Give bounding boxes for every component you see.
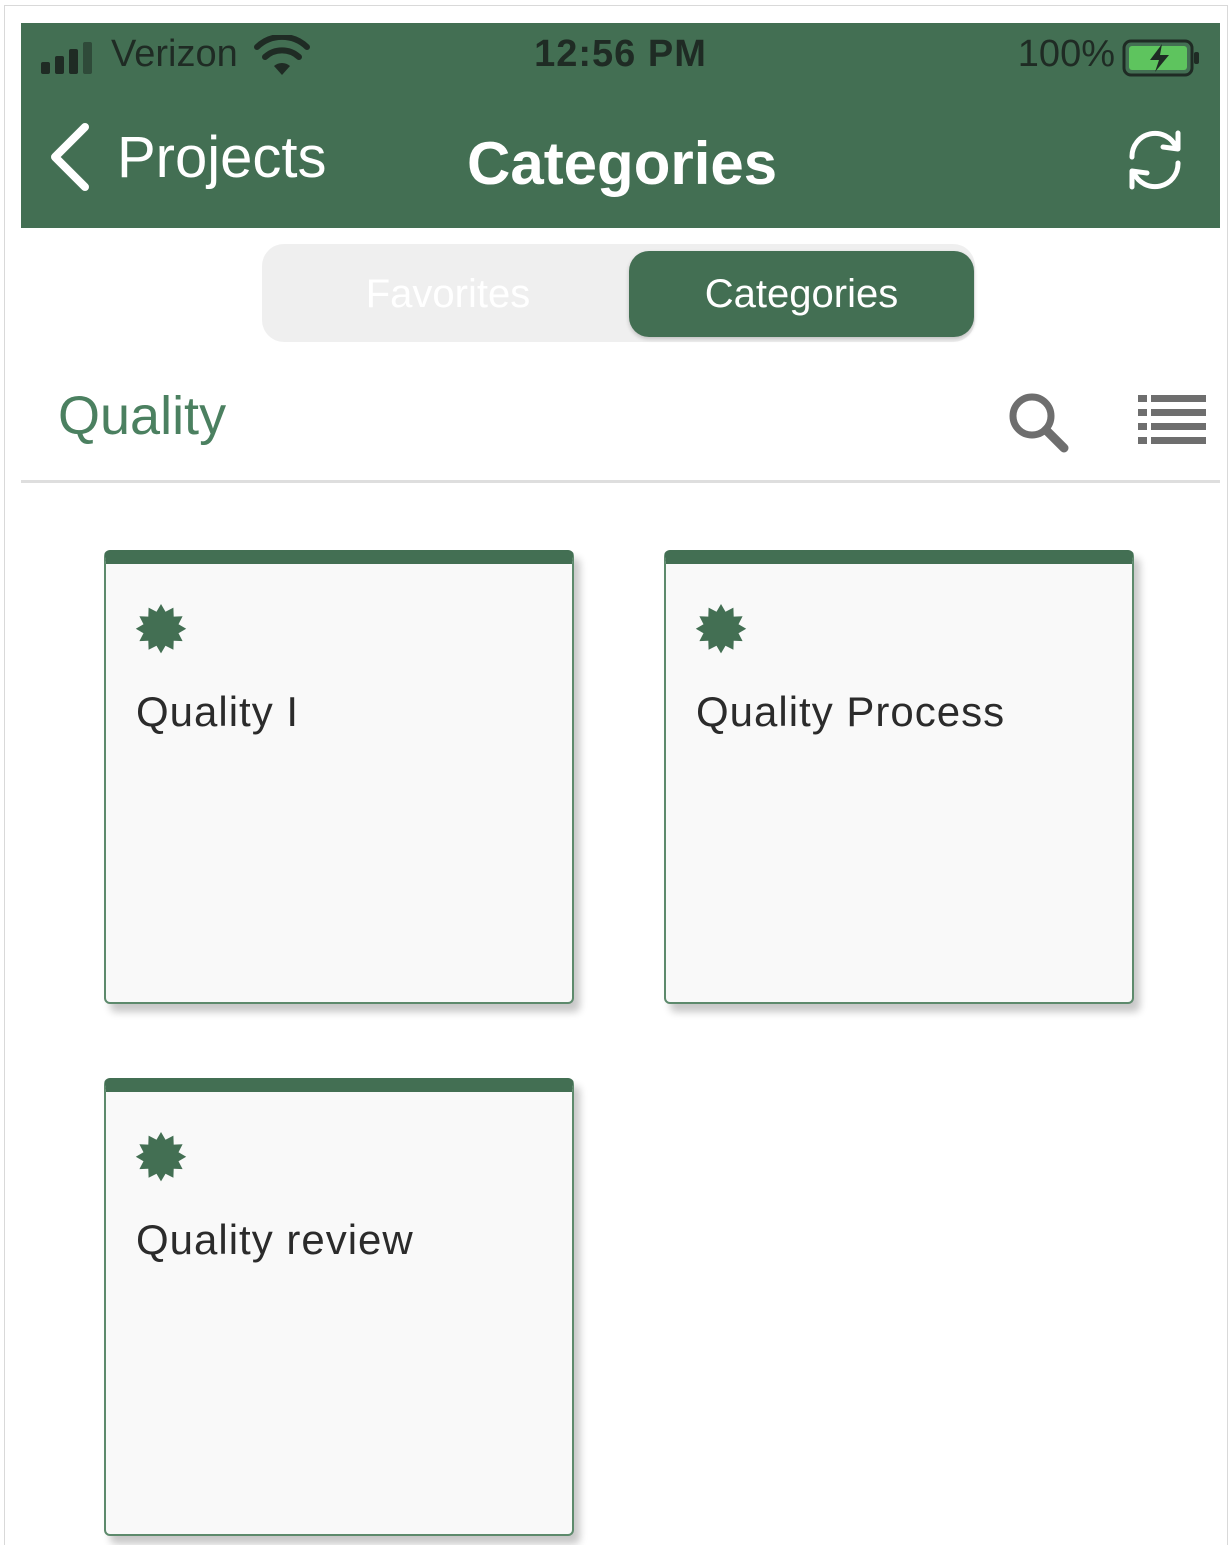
battery-percentage: 100% — [1017, 33, 1115, 75]
segmented-control: Favorites Categories — [262, 244, 975, 342]
back-button[interactable]: Projects — [43, 119, 327, 195]
section-title: Quality — [58, 386, 227, 446]
chevron-left-icon — [51, 123, 89, 191]
card-label: Quality Process — [696, 688, 1006, 735]
list-view-icon[interactable] — [1138, 393, 1206, 449]
battery-charging-icon — [1122, 39, 1199, 77]
category-card-quality-process[interactable]: Quality Process — [664, 550, 1134, 1004]
tab-categories[interactable]: Categories — [629, 251, 974, 337]
status-bar: Verizon 12:56 PM 100% — [21, 23, 1220, 93]
category-card-quality-i[interactable]: Quality I — [104, 550, 574, 1004]
badge-icon — [135, 1132, 187, 1182]
card-label: Quality review — [136, 1216, 414, 1263]
badge-icon — [135, 604, 187, 654]
badge-icon — [695, 604, 747, 654]
back-button-label: Projects — [117, 124, 327, 190]
refresh-icon[interactable] — [1118, 123, 1192, 197]
tab-favorites[interactable]: Favorites — [270, 251, 626, 337]
app-header: Verizon 12:56 PM 100% Projects Categorie… — [21, 23, 1220, 228]
navigation-bar: Projects Categories — [21, 101, 1220, 211]
search-icon[interactable] — [1004, 388, 1070, 454]
section-divider — [21, 480, 1220, 483]
card-label: Quality I — [136, 688, 300, 735]
page-title: Categories — [467, 130, 778, 197]
category-card-quality-review[interactable]: Quality review — [104, 1078, 574, 1536]
